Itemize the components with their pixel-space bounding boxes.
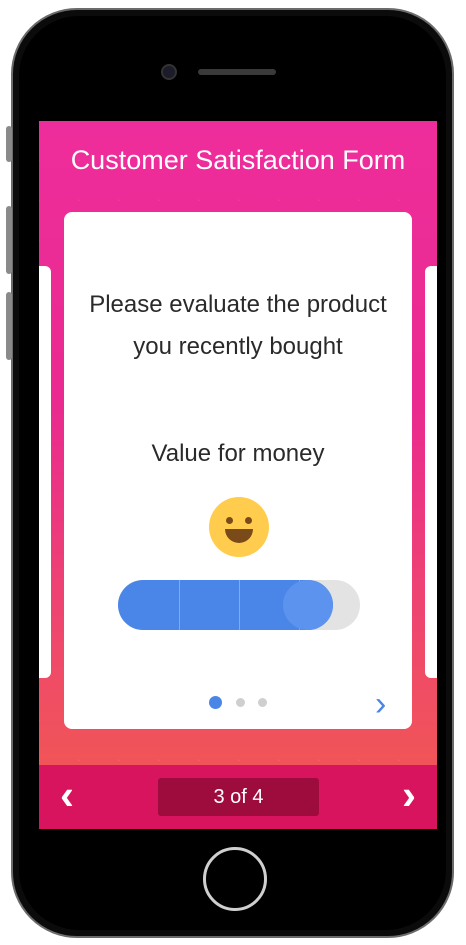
chevron-right-icon[interactable]: ›: [402, 773, 416, 817]
pagination-dot-2[interactable]: [236, 698, 245, 707]
slider-segment-divider: [239, 580, 240, 630]
pagination-dot-3[interactable]: [258, 698, 267, 707]
question-card: Please evaluate the product you recently…: [64, 212, 412, 729]
chevron-right-icon[interactable]: ›: [375, 684, 386, 724]
rating-slider-thumb[interactable]: [283, 580, 333, 630]
front-camera: [161, 64, 177, 80]
slider-segment-divider: [179, 580, 180, 630]
page-counter: 3 of 4: [158, 778, 319, 816]
emoji-right-eye: [245, 517, 252, 524]
form-title: Customer Satisfaction Form: [70, 145, 406, 175]
app-screen: Customer Satisfaction Form Please evalua…: [39, 121, 437, 829]
mute-switch: [6, 126, 12, 162]
question-text: Please evaluate the product you recently…: [89, 291, 387, 360]
pagination-dot-1[interactable]: [209, 696, 222, 709]
home-button[interactable]: [203, 847, 267, 911]
volume-up-button: [6, 206, 12, 274]
criterion-label: Value for money: [151, 440, 325, 467]
chevron-left-icon[interactable]: ‹: [60, 773, 74, 817]
rating-slider[interactable]: [118, 580, 360, 630]
next-card-peek[interactable]: [425, 266, 437, 678]
emoji-left-eye: [226, 517, 233, 524]
emoji-mouth: [225, 529, 253, 543]
smiley-face-icon: [209, 497, 269, 557]
footer-bar: ‹ 3 of 4 ›: [39, 765, 437, 829]
earpiece-speaker: [198, 69, 276, 75]
volume-down-button: [6, 292, 12, 360]
previous-card-peek[interactable]: [39, 266, 51, 678]
